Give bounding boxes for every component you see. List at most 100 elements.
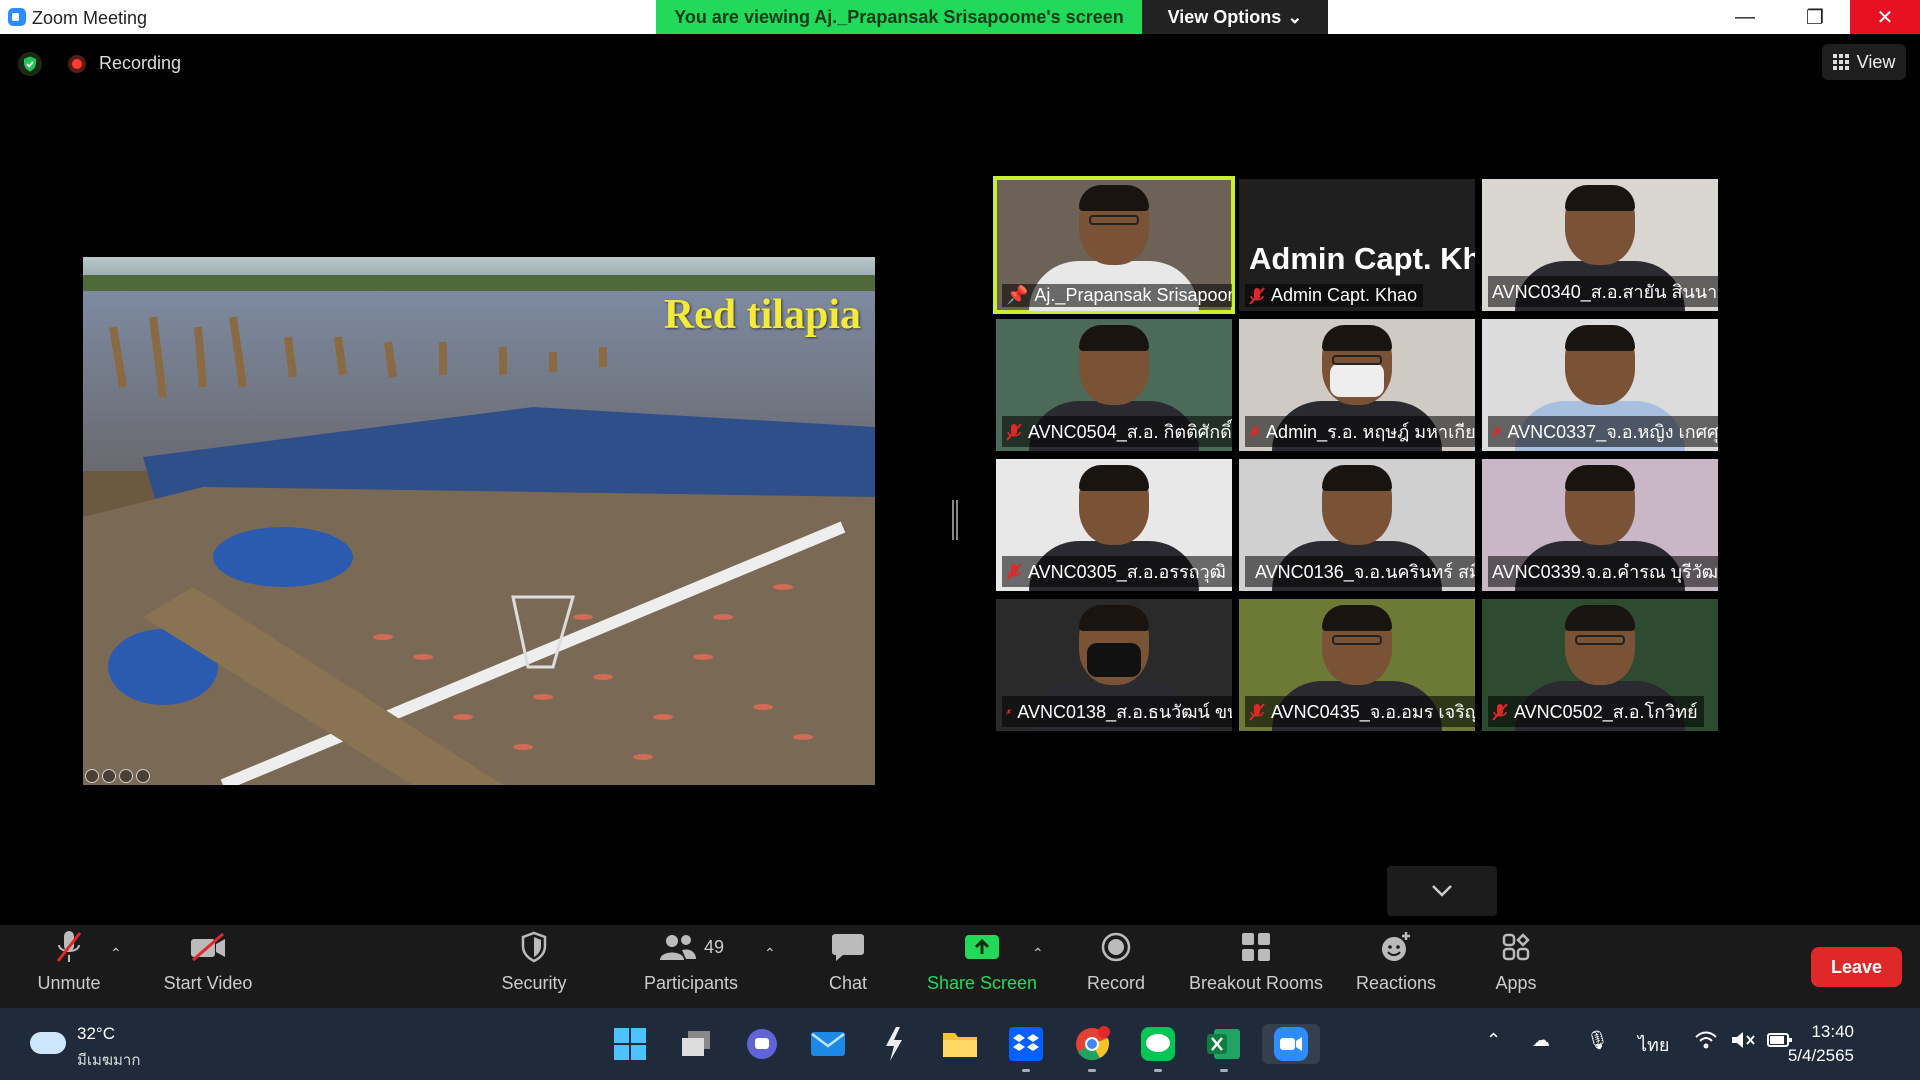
weather-temperature[interactable]: 32°C (77, 1024, 115, 1044)
participant-name-text: AVNC0340_ส.อ.สายัน สินนา (1492, 282, 1718, 302)
language-indicator[interactable]: ไทย (1638, 1030, 1669, 1059)
excel-icon[interactable] (1204, 1024, 1244, 1072)
show-hidden-icons-chevron-icon[interactable]: ⌃ (1486, 1030, 1501, 1051)
reactions-button[interactable]: Reactions (1354, 925, 1438, 1008)
participants-icon: 49 (651, 929, 731, 965)
slide-zoom-icon[interactable] (136, 769, 150, 783)
onedrive-cloud-icon[interactable]: ☁ (1532, 1030, 1550, 1051)
slide-title: Red tilapia (663, 292, 861, 338)
participant-video-tile[interactable]: AVNC0305_ส.อ.อรรถวุฒิ (996, 459, 1232, 591)
window-title: Zoom Meeting (32, 8, 148, 28)
unmute-button[interactable]: Unmute (28, 925, 110, 1008)
record-label: Record (1086, 973, 1146, 993)
slide-prev-icon[interactable] (85, 769, 99, 783)
windows-start-icon[interactable] (610, 1024, 650, 1064)
participant-video-tile[interactable]: Admin Capt. Kh... Admin Capt. Khao (1239, 179, 1475, 311)
windows-taskbar: 32°C มีเมฆมาก ⌃ ☁ 🎙 ไทย 13:40 5/4/2565 (0, 1008, 1920, 1080)
minimize-button[interactable]: — (1710, 0, 1780, 34)
participant-video-tile[interactable]: AVNC0340_ส.อ.สายัน สินนา (1482, 179, 1718, 311)
microphone-muted-icon (1492, 426, 1502, 437)
microphone-muted-icon (49, 929, 89, 965)
task-view-icon[interactable] (676, 1024, 716, 1064)
participant-name-label: AVNC0138_ส.อ.ธนวัฒน์ ขบวน... (1002, 696, 1232, 727)
participant-name-text: Aj._Prapansak Srisapoome (1034, 285, 1232, 305)
participants-count: 49 (703, 936, 725, 957)
apps-icon (1496, 929, 1536, 965)
chevron-down-icon: ⌄ (1287, 6, 1303, 27)
slide-pen-icon[interactable] (102, 769, 116, 783)
leave-button[interactable]: Leave (1811, 947, 1902, 987)
recording-icon (68, 55, 86, 73)
encryption-shield-icon[interactable] (18, 52, 42, 76)
participant-name-text: AVNC0504_ส.อ. กิตติศักดิ์ (1028, 422, 1232, 442)
teams-chat-icon[interactable] (742, 1024, 782, 1064)
participant-video-tile[interactable]: AVNC0337_จ.อ.หญิง เกศศุภรัฐฏ์ (1482, 319, 1718, 451)
zoom-taskbar-icon[interactable] (1262, 1024, 1320, 1064)
security-label: Security (501, 973, 567, 993)
volume-muted-icon[interactable] (1730, 1030, 1756, 1055)
participants-options-caret-icon[interactable]: ⌃ (764, 945, 776, 962)
participant-video-tile[interactable]: AVNC0138_ส.อ.ธนวัฒน์ ขบวน... (996, 599, 1232, 731)
participant-name-label: AVNC0136_จ.อ.นครินทร์ สมิงแก้ว (1245, 556, 1475, 587)
unmute-label: Unmute (37, 973, 101, 993)
chat-label: Chat (828, 973, 868, 993)
view-options-label: View Options (1167, 6, 1282, 27)
share-screen-button[interactable]: Share Screen (922, 925, 1042, 1008)
breakout-rooms-button[interactable]: Breakout Rooms (1184, 925, 1328, 1008)
participant-display-name: Admin Capt. Kh... (1249, 241, 1475, 276)
participant-name-label: AVNC0339.จ.อ.คำรณ บุรีวัฒน์ (1488, 556, 1718, 587)
start-video-button[interactable]: Start Video (158, 925, 258, 1008)
line-app-icon[interactable] (1138, 1024, 1178, 1072)
cloud-icon[interactable] (30, 1032, 66, 1054)
lightning-app-icon[interactable] (874, 1024, 914, 1064)
file-explorer-icon[interactable] (940, 1024, 980, 1064)
participant-video-tile[interactable]: AVNC0504_ส.อ. กิตติศักดิ์ (996, 319, 1232, 451)
microphone-muted-icon (1249, 286, 1265, 305)
video-off-icon (188, 929, 228, 965)
share-options-caret-icon[interactable]: ⌃ (1032, 945, 1044, 962)
close-button[interactable]: ✕ (1850, 0, 1920, 34)
dropbox-icon[interactable] (1006, 1024, 1046, 1072)
participant-name-label: Admin Capt. Khao (1245, 284, 1424, 307)
clock-time[interactable]: 13:40 (1811, 1022, 1854, 1042)
wifi-icon[interactable] (1694, 1030, 1718, 1055)
weather-description[interactable]: มีเมฆมาก (77, 1048, 140, 1072)
audio-options-caret-icon[interactable]: ⌃ (110, 945, 122, 962)
view-label: View (1856, 51, 1896, 72)
share-screen-icon (962, 929, 1002, 965)
clock-date[interactable]: 5/4/2565 (1788, 1046, 1854, 1066)
microphone-muted-icon (1006, 562, 1022, 581)
apps-button[interactable]: Apps (1474, 925, 1558, 1008)
breakout-rooms-label: Breakout Rooms (1188, 973, 1324, 993)
title-bar: Zoom Meeting You are viewing Aj._Prapans… (0, 0, 1920, 34)
slide-more-icon[interactable] (119, 769, 133, 783)
participant-name-label: AVNC0502_ส.อ.โกวิทย์ (1488, 696, 1704, 727)
apps-label: Apps (1495, 973, 1537, 993)
participant-video-tile[interactable]: AVNC0502_ส.อ.โกวิทย์ (1482, 599, 1718, 731)
participant-video-tile[interactable]: 📌 Aj._Prapansak Srisapoome (993, 176, 1235, 314)
participant-video-tile[interactable]: Admin_ร.อ. หฤษฎ์ มหาเกียรติกุล (1239, 319, 1475, 451)
mail-icon[interactable] (808, 1024, 848, 1064)
slide-controls[interactable] (85, 769, 150, 783)
shared-screen[interactable]: Red tilapia (9, 257, 947, 785)
breakout-rooms-icon (1236, 929, 1276, 965)
participants-button[interactable]: 49 Participants (638, 925, 744, 1008)
participant-video-tile[interactable]: AVNC0435_จ.อ.อมร เจริญชัย (1239, 599, 1475, 731)
restore-button[interactable]: ❐ (1780, 0, 1850, 34)
participant-video-tile[interactable]: AVNC0339.จ.อ.คำรณ บุรีวัฒน์ (1482, 459, 1718, 591)
view-button[interactable]: View (1822, 44, 1906, 80)
grid-next-page-button[interactable] (1387, 866, 1497, 916)
pin-icon: 📌 (1006, 285, 1029, 305)
reactions-label: Reactions (1355, 973, 1437, 993)
security-button[interactable]: Security (496, 925, 572, 1008)
view-options-button[interactable]: View Options ⌄ (1142, 0, 1328, 34)
record-button[interactable]: Record (1076, 925, 1156, 1008)
split-view-handle[interactable] (952, 500, 958, 540)
participant-video-tile[interactable]: AVNC0136_จ.อ.นครินทร์ สมิงแก้ว (1239, 459, 1475, 591)
viewing-screen-banner: You are viewing Aj._Prapansak Srisapoome… (656, 0, 1142, 34)
microphone-muted-icon (1249, 702, 1265, 721)
chat-button[interactable]: Chat (810, 925, 886, 1008)
chrome-icon[interactable] (1072, 1024, 1112, 1072)
participant-name-text: AVNC0435_จ.อ.อมร เจริญชัย (1271, 702, 1475, 722)
microphone-tray-icon[interactable]: 🎙 (1586, 1030, 1609, 1051)
